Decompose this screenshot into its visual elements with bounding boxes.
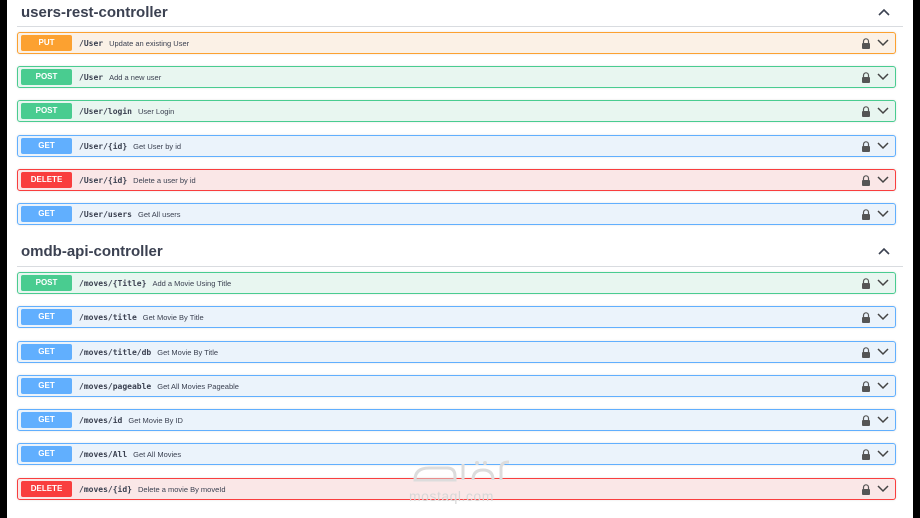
operation-row[interactable]: PUT /User Update an existing User — [17, 32, 896, 54]
lock-icon[interactable] — [861, 140, 871, 152]
operation-row[interactable]: GET /User/users Get All users — [17, 203, 896, 225]
operation-path: /moves/All — [79, 449, 128, 459]
chevron-down-icon[interactable] — [877, 73, 889, 81]
section-title: omdb-api-controller — [21, 242, 163, 260]
operation-summary: Delete a movie By moveId — [137, 484, 226, 494]
operation-row[interactable]: GET /User/{id} Get User by id — [17, 135, 896, 157]
method-badge: DELETE — [21, 172, 72, 188]
method-badge: GET — [21, 309, 72, 325]
lock-icon[interactable] — [861, 71, 871, 83]
section-divider — [17, 266, 903, 267]
operation-summary: Get Movie By Title — [157, 347, 219, 357]
operation-row[interactable]: POST /moves/{Title} Add a Movie Using Ti… — [17, 272, 896, 294]
chevron-down-icon[interactable] — [877, 348, 889, 356]
chevron-down-icon[interactable] — [877, 279, 889, 287]
operation-summary: Get Movie By Title — [142, 312, 204, 322]
method-badge: POST — [21, 103, 72, 119]
method-badge: GET — [21, 378, 72, 394]
operation-row[interactable]: GET /moves/title/db Get Movie By Title — [17, 341, 896, 363]
swagger-page: users-rest-controller PUT /User Update a… — [7, 0, 913, 518]
lock-icon[interactable] — [861, 208, 871, 220]
lock-icon[interactable] — [861, 37, 871, 49]
operation-summary: Add a new user — [109, 72, 162, 82]
chevron-down-icon[interactable] — [877, 485, 889, 493]
chevron-up-icon[interactable] — [873, 244, 895, 258]
operation-summary: Get Movie By ID — [128, 415, 183, 425]
operation-summary: Get User by id — [133, 141, 182, 151]
chevron-down-icon[interactable] — [877, 313, 889, 321]
operation-row[interactable]: POST /User Add a new user — [17, 66, 896, 88]
chevron-down-icon[interactable] — [877, 176, 889, 184]
method-badge: GET — [21, 446, 72, 462]
operation-row[interactable]: GET /moves/pageable Get All Movies Pagea… — [17, 375, 896, 397]
chevron-down-icon[interactable] — [877, 416, 889, 424]
chevron-down-icon[interactable] — [877, 39, 889, 47]
operation-summary: Get All Movies — [133, 449, 182, 459]
method-badge: GET — [21, 344, 72, 360]
operation-row[interactable]: GET /moves/title Get Movie By Title — [17, 306, 896, 328]
operation-summary: Add a Movie Using Title — [152, 278, 232, 288]
operation-summary: Get All users — [137, 209, 181, 219]
operation-summary: User Login — [137, 106, 175, 116]
lock-icon[interactable] — [861, 277, 871, 289]
operation-path: /User — [79, 72, 104, 82]
lock-icon[interactable] — [861, 380, 871, 392]
operation-path: /User/{id} — [79, 175, 128, 185]
operation-path: /moves/title/db — [79, 347, 152, 357]
method-badge: POST — [21, 69, 72, 85]
operation-path: /moves/id — [79, 415, 123, 425]
lock-icon[interactable] — [861, 174, 871, 186]
operation-path: /moves/pageable — [79, 381, 152, 391]
section-header-omdb-api-controller[interactable]: omdb-api-controller — [17, 239, 903, 263]
section-divider — [17, 26, 903, 27]
chevron-down-icon[interactable] — [877, 142, 889, 150]
method-badge: POST — [21, 275, 72, 291]
operation-row[interactable]: DELETE /moves/{id} Delete a movie By mov… — [17, 478, 896, 500]
operation-summary: Delete a user by id — [133, 175, 196, 185]
operation-row[interactable]: GET /moves/All Get All Movies — [17, 443, 896, 465]
operation-row[interactable]: GET /moves/id Get Movie By ID — [17, 409, 896, 431]
operation-summary: Update an existing User — [109, 38, 190, 48]
operation-row[interactable]: POST /User/login User Login — [17, 100, 896, 122]
operation-path: /User/login — [79, 106, 132, 116]
chevron-up-icon[interactable] — [873, 5, 895, 19]
lock-icon[interactable] — [861, 311, 871, 323]
operation-row[interactable]: DELETE /User/{id} Delete a user by id — [17, 169, 896, 191]
lock-icon[interactable] — [861, 346, 871, 358]
chevron-down-icon[interactable] — [877, 107, 889, 115]
operation-path: /moves/{id} — [79, 484, 132, 494]
method-badge: GET — [21, 206, 72, 222]
chevron-down-icon[interactable] — [877, 450, 889, 458]
method-badge: PUT — [21, 35, 72, 51]
operation-path: /User — [79, 38, 104, 48]
section-header-users-rest-controller[interactable]: users-rest-controller — [17, 0, 903, 24]
lock-icon[interactable] — [861, 105, 871, 117]
method-badge: DELETE — [21, 481, 72, 497]
operation-path: /User/users — [79, 209, 132, 219]
method-badge: GET — [21, 138, 72, 154]
operation-summary: Get All Movies Pageable — [157, 381, 239, 391]
method-badge: GET — [21, 412, 72, 428]
section-title: users-rest-controller — [21, 3, 168, 21]
lock-icon[interactable] — [861, 448, 871, 460]
operation-path: /User/{id} — [79, 141, 128, 151]
operation-path: /moves/title — [79, 312, 137, 322]
chevron-down-icon[interactable] — [877, 382, 889, 390]
lock-icon[interactable] — [861, 414, 871, 426]
lock-icon[interactable] — [861, 483, 871, 495]
chevron-down-icon[interactable] — [877, 210, 889, 218]
operation-path: /moves/{Title} — [79, 278, 147, 288]
